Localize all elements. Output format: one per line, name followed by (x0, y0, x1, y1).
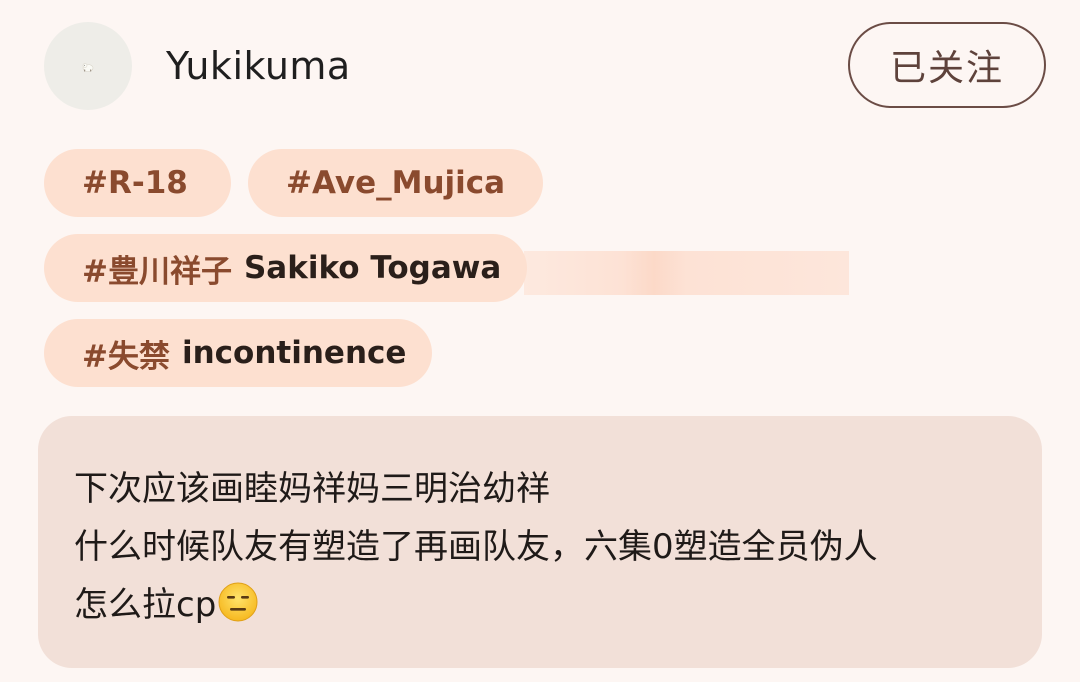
post-header: Yukikuma 已关注 (0, 0, 1080, 135)
tag-ave-mujica[interactable]: #Ave_Mujica (248, 149, 543, 217)
tag-label: #Ave_Mujica (286, 165, 506, 201)
comment-line: 下次应该画睦妈祥妈三明治幼祥 (74, 469, 550, 509)
post-comment: 下次应该画睦妈祥妈三明治幼祥 什么时候队友有塑造了再画队友，六集0塑造全员伪人 … (38, 416, 1042, 668)
tag-label: #R-18 (82, 165, 188, 201)
tag-translation: Sakiko Togawa (243, 250, 502, 286)
tag-label: #豊川祥子 (82, 253, 232, 290)
following-button[interactable]: 已关注 (848, 22, 1046, 108)
tag-label: #失禁 (82, 338, 170, 375)
tag-incontinence[interactable]: #失禁 incontinence (44, 319, 432, 387)
expressionless-face-icon (218, 582, 258, 622)
polar-bear-icon (82, 63, 94, 72)
tag-r18[interactable]: #R-18 (44, 149, 231, 217)
tag-sakiko-togawa[interactable]: #豊川祥子 Sakiko Togawa (44, 234, 527, 302)
username[interactable]: Yukikuma (166, 40, 351, 92)
tag-decoration (524, 251, 849, 295)
comment-line: 什么时候队友有塑造了再画队友，六集0塑造全员伪人 (74, 527, 878, 567)
tag-translation: incontinence (181, 335, 407, 371)
comment-text: 怎么拉cp (74, 585, 217, 625)
comment-line-last: 怎么拉cp (74, 576, 1006, 634)
user-avatar[interactable] (44, 22, 132, 110)
